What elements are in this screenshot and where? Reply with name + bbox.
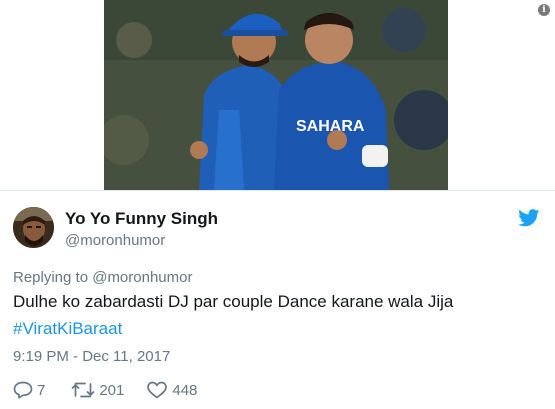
reply-button[interactable]: 7 — [13, 381, 45, 399]
reply-icon — [13, 381, 33, 399]
tweet-card: Yo Yo Funny Singh @moronhumor Replying t… — [0, 191, 555, 409]
like-button[interactable]: 448 — [146, 381, 197, 399]
replying-to-text[interactable]: Replying to @moronhumor — [13, 269, 192, 286]
avatar[interactable] — [13, 207, 54, 248]
display-name[interactable]: Yo Yo Funny Singh — [65, 209, 218, 229]
retweet-button[interactable]: 201 — [71, 381, 124, 399]
tweet-actions: 7 201 448 — [13, 379, 197, 401]
reply-count: 7 — [37, 381, 46, 399]
tweet-timestamp[interactable]: 9:19 PM - Dec 11, 2017 — [13, 348, 170, 365]
like-count: 448 — [172, 381, 198, 399]
photo-illustration: SAHARA — [104, 0, 448, 190]
heart-icon — [147, 381, 168, 399]
tweet-text: Dulhe ko zabardasti DJ par couple Dance … — [13, 292, 454, 311]
twitter-bird-icon[interactable] — [518, 209, 540, 227]
avatar-face-icon — [13, 207, 54, 248]
hashtag-link[interactable]: #ViratKiBaraat — [13, 319, 122, 339]
user-handle[interactable]: @moronhumor — [65, 232, 165, 249]
retweet-count: 201 — [99, 381, 125, 399]
info-icon[interactable]: i — [538, 4, 550, 16]
retweet-icon — [71, 382, 95, 398]
embedded-photo-area: SAHARA i — [0, 0, 555, 190]
cricket-players-photo[interactable]: SAHARA — [104, 0, 448, 190]
